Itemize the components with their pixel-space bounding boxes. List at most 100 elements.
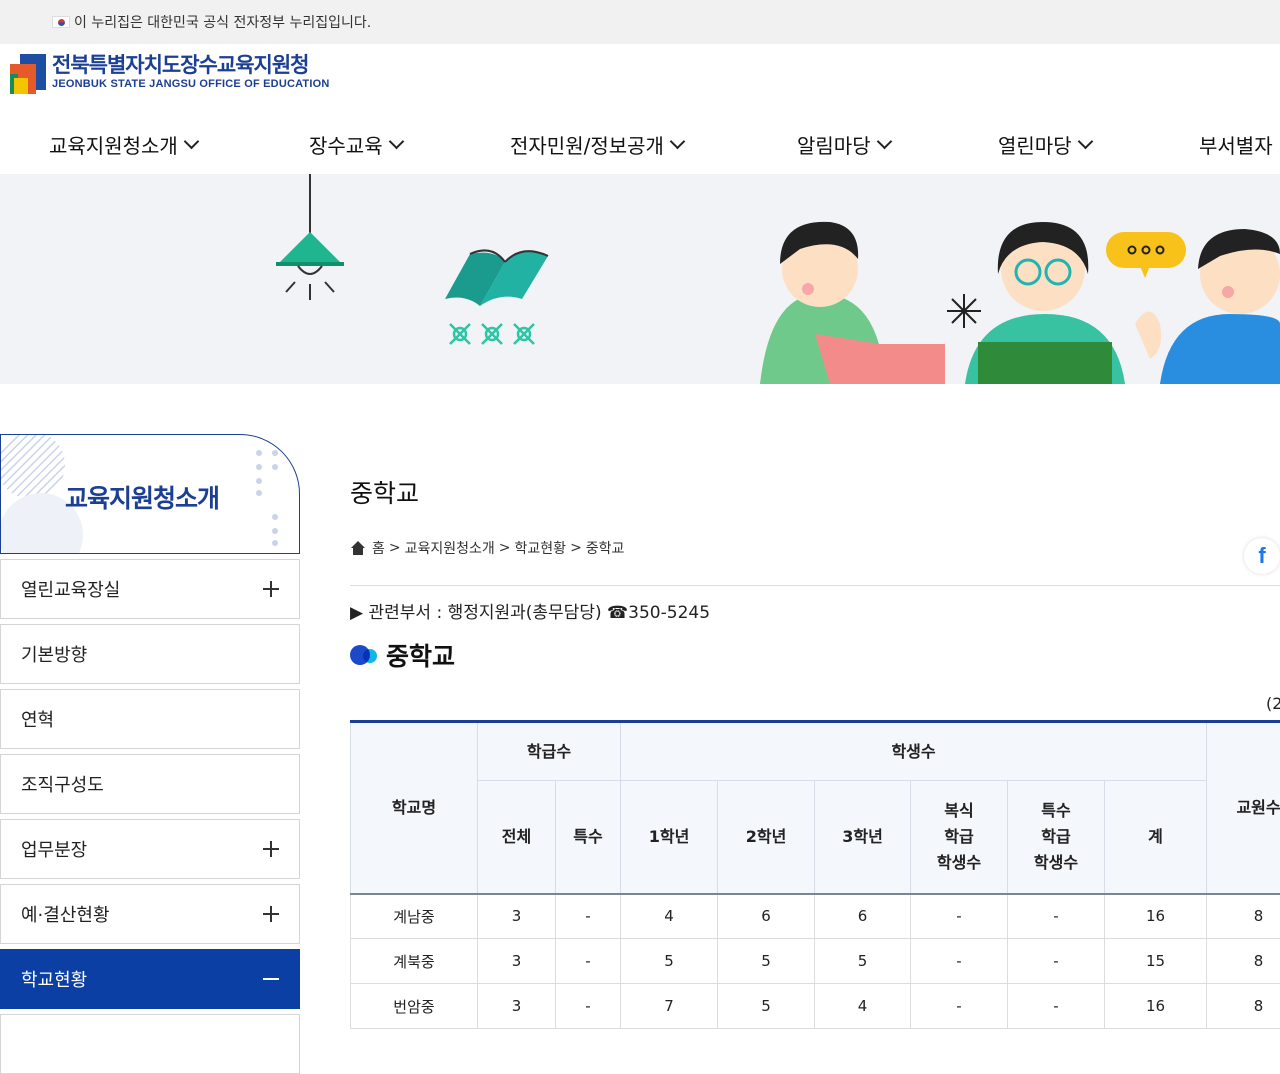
cell-multigrade: - xyxy=(911,984,1008,1029)
sidebar-item-open-office[interactable]: 열린교육장실 xyxy=(0,559,300,619)
cell-special-students: - xyxy=(1008,894,1105,939)
sidebar-item-history[interactable]: 연혁 xyxy=(0,689,300,749)
gov-banner: 이 누리집은 대한민국 공식 전자정부 누리집입니다. xyxy=(0,0,1280,44)
banner-illustration xyxy=(0,174,1280,384)
sidebar-item-org-chart[interactable]: 조직구성도 xyxy=(0,754,300,814)
main-navigation: 교육지원청소개 장수교육 전자민원/정보공개 알림마당 열린마당 부서별자 xyxy=(0,118,1280,174)
breadcrumb-separator: > xyxy=(389,540,401,556)
gnb-item-education[interactable]: 장수교육 xyxy=(309,130,402,159)
gnb-item-open[interactable]: 열린마당 xyxy=(998,130,1091,159)
gnb-item-civil[interactable]: 전자민원/정보공개 xyxy=(510,130,683,159)
table-row: 계남중 3 - 4 6 6 - - 16 8 xyxy=(351,894,1280,939)
child-glasses-icon xyxy=(965,222,1125,384)
unit-note: (2 xyxy=(1266,694,1280,713)
middle-school-table: 학교명 학급수 학생수 교원수 전체 특수 1학년 2학년 3학년 복식학급학생… xyxy=(350,720,1280,1029)
cell-school-name: 계남중 xyxy=(351,894,478,939)
cell-grade1: 7 xyxy=(621,984,718,1029)
star-icon xyxy=(947,294,981,328)
cell-grade3: 5 xyxy=(815,939,911,984)
breadcrumb-intro[interactable]: 교육지원청소개 xyxy=(405,538,495,558)
header-classes: 학급수 xyxy=(478,722,621,781)
sidebar-header: 교육지원청소개 xyxy=(0,434,300,554)
header-grade1: 1학년 xyxy=(621,781,718,894)
cell-special-students: - xyxy=(1008,939,1105,984)
facebook-share-icon[interactable]: f xyxy=(1244,538,1280,574)
lamp-icon xyxy=(276,174,344,300)
cell-special: - xyxy=(556,894,621,939)
chevron-down-icon xyxy=(388,134,404,150)
minus-icon xyxy=(263,978,279,980)
office-logo-icon xyxy=(8,52,48,96)
sidebar-item-duties[interactable]: 업무분장 xyxy=(0,819,300,879)
breadcrumb-current: 중학교 xyxy=(586,538,625,558)
divider xyxy=(350,585,1280,586)
gnb-item-notice[interactable]: 알림마당 xyxy=(797,130,890,159)
chevron-down-icon xyxy=(876,134,892,150)
chevron-down-icon xyxy=(670,134,686,150)
cell-total: 3 xyxy=(478,939,556,984)
child-reading-icon xyxy=(760,222,945,384)
cell-special: - xyxy=(556,984,621,1029)
header-grade2: 2학년 xyxy=(718,781,815,894)
korea-flag-icon xyxy=(52,16,70,28)
cell-grade1: 5 xyxy=(621,939,718,984)
breadcrumb-school-status[interactable]: 학교현황 xyxy=(515,538,567,558)
header-multigrade-students: 복식학급학생수 xyxy=(911,781,1008,894)
cell-grade3: 6 xyxy=(815,894,911,939)
plus-icon xyxy=(263,581,279,597)
cell-grade2: 5 xyxy=(718,939,815,984)
header-school-name: 학교명 xyxy=(351,722,478,894)
cell-multigrade: - xyxy=(911,894,1008,939)
header-special: 특수 xyxy=(556,781,621,894)
cell-grade2: 6 xyxy=(718,894,815,939)
cell-school-name: 계북중 xyxy=(351,939,478,984)
sidebar-item-submenu[interactable] xyxy=(0,1014,300,1074)
site-logo[interactable]: 전북특별자치도장수교육지원청 JEONBUK STATE JANGSU OFFI… xyxy=(8,52,330,96)
chevron-down-icon xyxy=(184,134,200,150)
cell-total: 3 xyxy=(478,984,556,1029)
breadcrumb-separator: > xyxy=(499,540,511,556)
sidebar-item-school-status[interactable]: 학교현황 xyxy=(0,949,300,1009)
home-icon xyxy=(350,541,366,555)
logo-subtitle: JEONBUK STATE JANGSU OFFICE OF EDUCATION xyxy=(52,78,330,90)
header-total: 전체 xyxy=(478,781,556,894)
cell-total: 3 xyxy=(478,894,556,939)
plus-icon xyxy=(263,906,279,922)
header-grade3: 3학년 xyxy=(815,781,911,894)
table-row: 번암중 3 - 7 5 4 - - 16 8 xyxy=(351,984,1280,1029)
sidebar-item-budget[interactable]: 예·결산현황 xyxy=(0,884,300,944)
cell-special-students: - xyxy=(1008,984,1105,1029)
cell-multigrade: - xyxy=(911,939,1008,984)
cell-grade2: 5 xyxy=(718,984,815,1029)
cell-school-name: 번암중 xyxy=(351,984,478,1029)
header-special-class-students: 특수학급학생수 xyxy=(1008,781,1105,894)
cell-sum: 15 xyxy=(1105,939,1207,984)
book-icon xyxy=(445,250,548,306)
breadcrumb: 홈 > 교육지원청소개 > 학교현황 > 중학교 xyxy=(350,538,624,558)
bullet-dot-icon xyxy=(350,643,382,667)
chevron-down-icon xyxy=(1077,134,1093,150)
related-department: ▶ 관련부서 : 행정지원과(총무담당) ☎350-5245 xyxy=(350,598,710,623)
plus-icon xyxy=(263,841,279,857)
cell-sum: 16 xyxy=(1105,984,1207,1029)
cell-teachers: 8 xyxy=(1207,894,1280,939)
cell-sum: 16 xyxy=(1105,894,1207,939)
cell-teachers: 8 xyxy=(1207,984,1280,1029)
cell-grade1: 4 xyxy=(621,894,718,939)
sidebar-item-basic-direction[interactable]: 기본방향 xyxy=(0,624,300,684)
sidebar-title: 교육지원청소개 xyxy=(65,479,219,515)
header-sum: 계 xyxy=(1105,781,1207,894)
page-title: 중학교 xyxy=(350,474,419,510)
sparkle-icon xyxy=(450,324,534,344)
table-row: 계북중 3 - 5 5 5 - - 15 8 xyxy=(351,939,1280,984)
header-teachers: 교원수 xyxy=(1207,722,1280,894)
gnb-item-intro[interactable]: 교육지원청소개 xyxy=(49,130,197,159)
cell-teachers: 8 xyxy=(1207,939,1280,984)
gov-banner-text: 이 누리집은 대한민국 공식 전자정부 누리집입니다. xyxy=(74,12,371,32)
breadcrumb-home[interactable]: 홈 xyxy=(372,538,385,558)
gnb-item-dept[interactable]: 부서별자 xyxy=(1199,130,1273,159)
sub-visual-banner xyxy=(0,174,1280,384)
breadcrumb-separator: > xyxy=(570,540,582,556)
speech-bubble-icon xyxy=(1106,232,1186,278)
cell-grade3: 4 xyxy=(815,984,911,1029)
